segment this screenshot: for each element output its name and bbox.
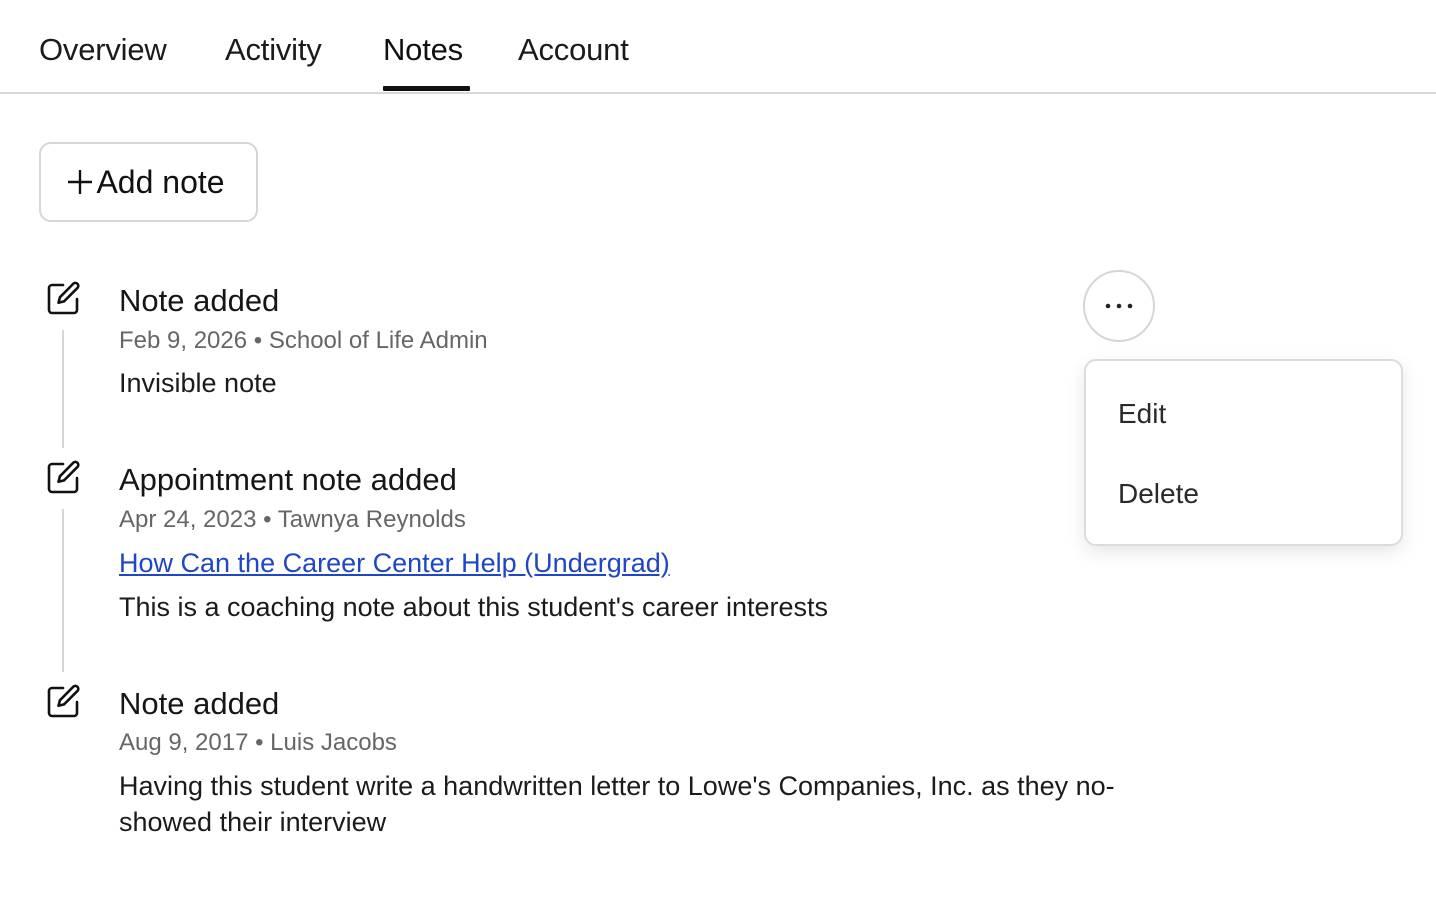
note-body: This is a coaching note about this stude…: [119, 592, 829, 622]
note-title: Note added: [119, 283, 280, 318]
note-body: Having this student write a handwritten …: [119, 771, 1115, 837]
tab-notes[interactable]: Notes: [383, 28, 463, 72]
edit-icon: [47, 281, 80, 315]
tab-bar: Overview Activity Notes Account: [0, 0, 1436, 94]
tab-account[interactable]: Account: [518, 28, 629, 72]
appointment-link[interactable]: How Can the Career Center Help (Undergra…: [119, 545, 670, 581]
menu-item-edit[interactable]: Edit: [1086, 378, 1401, 450]
note-meta: Apr 24, 2023 • Tawnya Reynolds: [119, 506, 466, 533]
note-title: Note added: [119, 686, 280, 721]
add-note-label: Add note: [96, 163, 225, 200]
edit-icon: [47, 460, 80, 494]
menu-item-delete[interactable]: Delete: [1086, 458, 1401, 530]
tab-overview[interactable]: Overview: [39, 28, 167, 72]
plus-icon: [68, 170, 93, 194]
edit-icon: [47, 684, 80, 718]
note-meta: Aug 9, 2017 • Luis Jacobs: [119, 729, 397, 756]
more-horizontal-icon: [1105, 303, 1133, 309]
note-options-menu: Edit Delete: [1084, 359, 1403, 546]
active-tab-indicator: [383, 86, 470, 91]
more-options-button[interactable]: [1083, 270, 1155, 342]
note-body: Invisible note: [119, 368, 277, 398]
timeline-line: [62, 330, 64, 448]
timeline-line: [62, 509, 64, 672]
note-meta: Feb 9, 2026 • School of Life Admin: [119, 327, 488, 354]
tab-activity[interactable]: Activity: [225, 28, 322, 72]
add-note-button[interactable]: Add note: [39, 142, 258, 222]
note-title: Appointment note added: [119, 462, 457, 497]
